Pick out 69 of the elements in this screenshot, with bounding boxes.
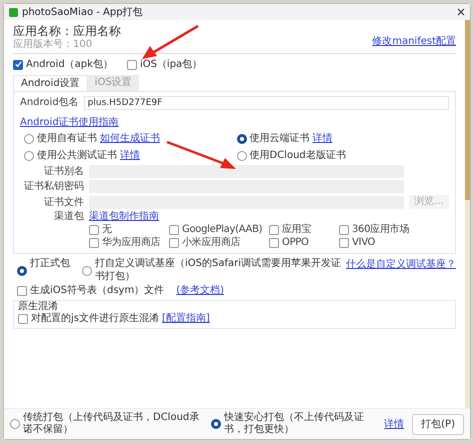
package-name-field[interactable]: plus.H5D277E9F (84, 96, 449, 110)
checkbox[interactable] (339, 225, 349, 235)
radio-button[interactable] (24, 150, 34, 160)
version-text: 应用版本号：100 (13, 39, 92, 51)
checkbox[interactable] (269, 238, 279, 248)
checkbox[interactable] (89, 225, 99, 235)
channel-label: 小米应用商店 (182, 237, 240, 249)
group-legend: 原生混淆 (18, 301, 58, 313)
app-logo-icon (9, 8, 18, 16)
option-label: 快速安心打包（不上传代码及证书，打包更快） (224, 412, 366, 436)
field-label: 证书文件 (43, 196, 84, 208)
window-title: photoSaoMiao - App打包 (22, 6, 143, 20)
field-label: Android包名 (20, 96, 79, 110)
help-link[interactable]: 渠道包制作指南 (89, 211, 159, 223)
radio-button[interactable] (236, 134, 246, 144)
checkbox[interactable] (126, 60, 137, 70)
radio-button[interactable] (17, 266, 27, 276)
radio-button[interactable] (236, 150, 246, 160)
checkmark-icon (14, 61, 22, 68)
option-label: 生成iOS符号表（dsym）文件 (30, 285, 164, 297)
option-label: 使用DCloud老版证书 (250, 148, 346, 163)
build-button[interactable]: 打包(P) (412, 414, 464, 434)
checkbox[interactable] (89, 238, 99, 248)
radio-button[interactable] (10, 419, 20, 429)
checkbox[interactable] (269, 225, 279, 235)
manifest-link[interactable]: 修改manifest配置 (372, 36, 456, 47)
field-label: 证书私钥密码 (23, 180, 84, 193)
checkbox[interactable] (339, 238, 349, 248)
channel-label: 华为应用商店 (102, 237, 160, 249)
radio-button[interactable] (82, 266, 92, 276)
option-label: 使用公共测试证书 (37, 148, 117, 163)
channel-label: 360应用市场 (352, 224, 409, 236)
annotation-arrow (165, 140, 237, 170)
channel-label: VIVO (352, 237, 376, 249)
app-name-heading: 应用名称：应用名称 (13, 24, 121, 38)
radio-button[interactable] (211, 419, 222, 429)
help-link[interactable]: 如何生成证书 (100, 131, 160, 146)
help-link[interactable]: 详情 (384, 416, 404, 432)
radio-button[interactable] (24, 134, 34, 144)
scrollbar[interactable] (465, 20, 470, 408)
platform-label: Android（apk包） (26, 58, 113, 72)
checkbox[interactable] (13, 60, 23, 70)
option-label: 使用云端证书 (250, 132, 310, 146)
checkbox[interactable] (17, 286, 27, 296)
help-link[interactable]: [配置指南] (162, 313, 210, 325)
channel-label: OPPO (282, 237, 309, 249)
option-label: 传统打包（上传代码及证书，DCloud承诺不保留） (23, 412, 200, 436)
help-link[interactable]: Android证书使用指南 (20, 117, 119, 128)
checkbox[interactable] (169, 238, 179, 248)
option-label: 打正式包 (30, 257, 70, 270)
checkbox[interactable] (18, 314, 28, 324)
option-label: 使用自有证书 (37, 132, 97, 146)
certificate-field[interactable] (89, 165, 404, 178)
platform-label: iOS（ipa包） (140, 58, 202, 72)
field-label: 渠道包 (53, 211, 84, 223)
annotation-arrow (140, 24, 200, 60)
checkbox[interactable] (169, 225, 179, 235)
field-label: 证书别名 (43, 165, 84, 178)
help-link[interactable]: 详情 (312, 131, 332, 146)
help-link[interactable]: 什么是自定义调试基座？ (346, 257, 456, 272)
help-link[interactable]: 详情 (120, 148, 140, 163)
channel-label: 应用宝 (282, 224, 312, 236)
help-link[interactable]: (参考文档) (176, 285, 224, 297)
channel-label: GooglePlay(AAB) (182, 224, 262, 236)
settings-tab[interactable]: Android设置 (13, 75, 88, 91)
option-label: 对配置的js文件进行原生混淆 (31, 313, 159, 325)
close-icon[interactable] (457, 8, 465, 16)
option-label: 打自定义调试基座（iOS的Safari调试需要用苹果开发证书打包） (95, 257, 342, 283)
channel-label: 无 (102, 224, 112, 236)
